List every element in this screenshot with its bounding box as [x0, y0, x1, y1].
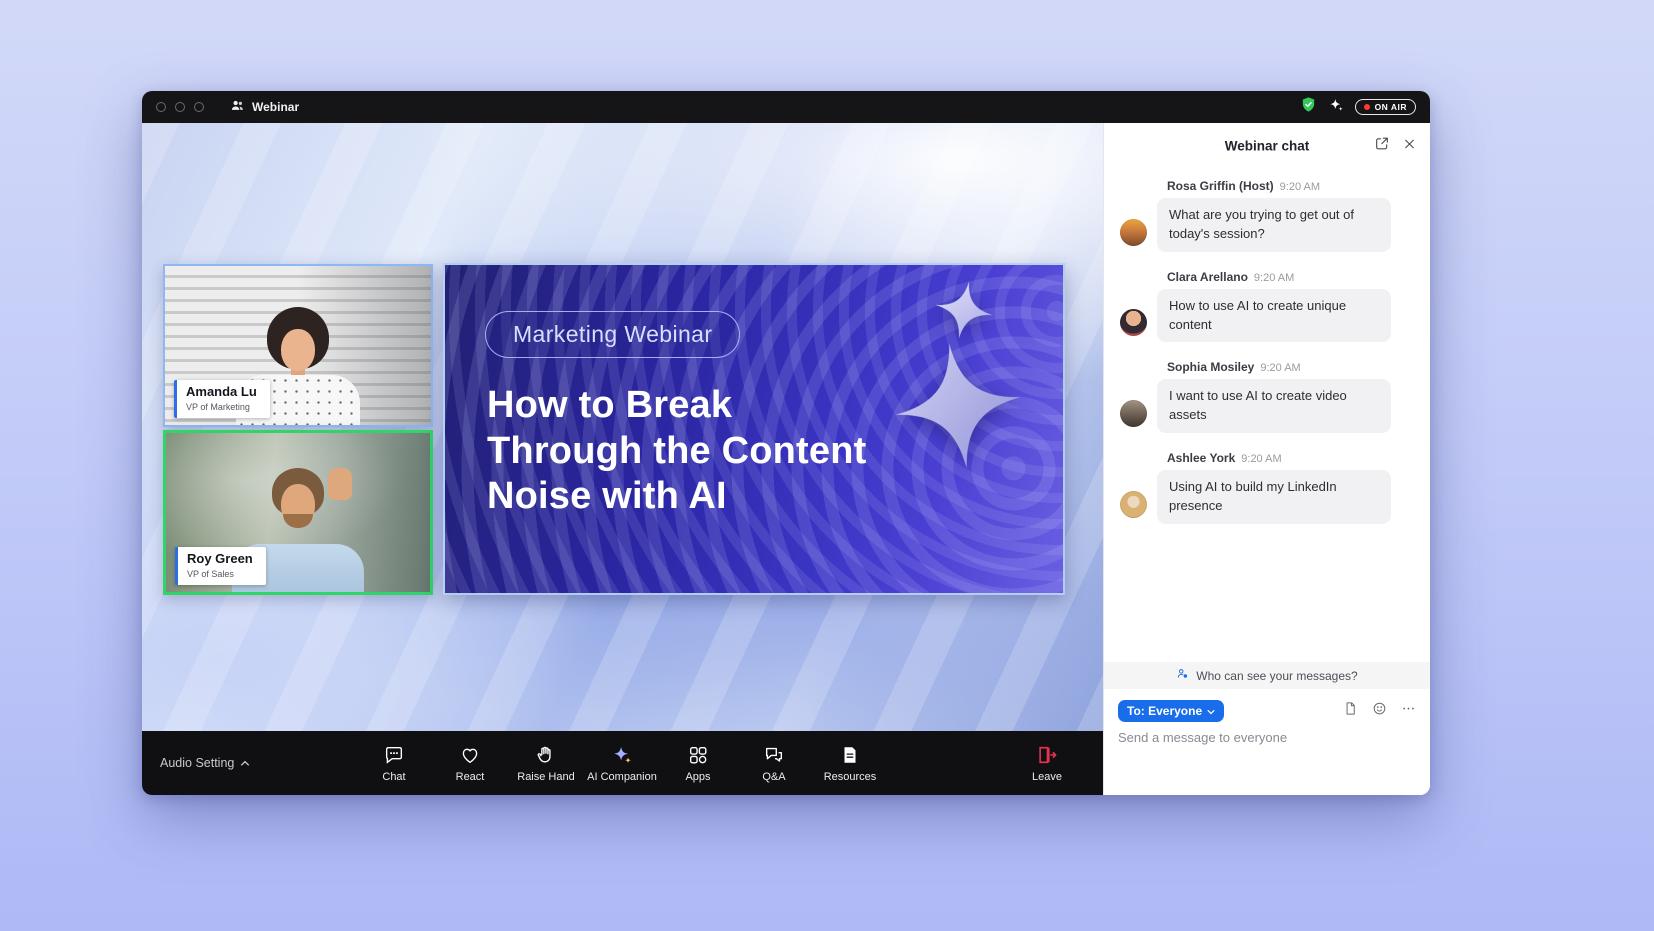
window-controls: [156, 102, 204, 112]
sparkle-shape-small: [930, 276, 997, 343]
chat-footer: Who can see your messages? To: Everyone: [1104, 662, 1430, 795]
close-icon[interactable]: [1402, 136, 1417, 156]
chat-header: Webinar chat: [1104, 123, 1430, 169]
message-author: Clara Arellano: [1167, 270, 1248, 284]
participants-icon: [230, 98, 245, 116]
react-button[interactable]: React: [432, 731, 508, 795]
chat-message-list: Rosa Griffin (Host) 9:20 AM What are you …: [1104, 169, 1430, 662]
message-time: 9:20 AM: [1260, 362, 1300, 374]
raised-hand-icon: [535, 744, 557, 766]
message-author: Rosa Griffin (Host): [1167, 179, 1274, 193]
message-time: 9:20 AM: [1254, 272, 1294, 284]
chat-message: Sophia Mosiley 9:20 AM I want to use AI t…: [1120, 360, 1414, 433]
participant-name: Roy Green: [187, 552, 253, 567]
message-author: Sophia Mosiley: [1167, 360, 1254, 374]
app-title: Webinar: [252, 100, 299, 114]
chat-panel: Webinar chat Rosa Griffin (Host) 9:20 AM …: [1103, 123, 1430, 795]
qa-button[interactable]: Q&A: [736, 731, 812, 795]
main-area: Amanda Lu VP of Marketing Roy Green VP o…: [142, 123, 1430, 795]
apps-button[interactable]: Apps: [660, 731, 736, 795]
apps-grid-icon: [687, 744, 709, 766]
sparkle-shape-large: [887, 335, 1029, 477]
chat-bubble-icon: [383, 744, 405, 766]
message-bubble: I want to use AI to create video assets: [1157, 379, 1391, 433]
chat-message: Rosa Griffin (Host) 9:20 AM What are you …: [1120, 179, 1414, 252]
resources-button[interactable]: Resources: [812, 731, 888, 795]
leave-door-icon: [1036, 744, 1058, 766]
message-input[interactable]: [1118, 730, 1398, 745]
shared-screen-slide: Marketing Webinar How to Break Through t…: [443, 263, 1065, 595]
ai-sparkle-icon: [611, 744, 633, 766]
meeting-toolbar: Audio Setting Chat: [142, 731, 1103, 795]
emoji-icon[interactable]: [1372, 701, 1387, 721]
webinar-window: Webinar ON AIR: [142, 91, 1430, 795]
leave-button[interactable]: Leave: [1009, 731, 1085, 795]
raise-hand-button[interactable]: Raise Hand: [508, 731, 584, 795]
composer-toolbar: To: Everyone: [1104, 689, 1430, 726]
app-badge: Webinar: [230, 98, 299, 116]
video-tile-roy[interactable]: Roy Green VP of Sales: [163, 430, 433, 595]
message-bubble: Using AI to build my LinkedIn presence: [1157, 470, 1391, 524]
message-author: Ashlee York: [1167, 451, 1235, 465]
toolbar-buttons: Chat React Raise Hand: [356, 731, 888, 795]
message-bubble: How to use AI to create unique content: [1157, 289, 1391, 343]
chat-button[interactable]: Chat: [356, 731, 432, 795]
recipient-label: To: Everyone: [1127, 704, 1202, 718]
waving-hand: [328, 468, 352, 500]
video-tile-amanda[interactable]: Amanda Lu VP of Marketing: [163, 264, 433, 427]
window-zoom-button[interactable]: [194, 102, 204, 112]
privacy-note: Who can see your messages?: [1196, 669, 1357, 683]
ai-companion-button[interactable]: AI Companion: [584, 731, 660, 795]
avatar: [1120, 219, 1147, 246]
heart-icon: [459, 744, 481, 766]
nametag-amanda: Amanda Lu VP of Marketing: [174, 380, 270, 418]
more-ellipsis-icon[interactable]: [1401, 701, 1416, 721]
avatar: [1120, 400, 1147, 427]
message-bubble: What are you trying to get out of today'…: [1157, 198, 1391, 252]
popout-icon[interactable]: [1374, 136, 1390, 157]
titlebar-right: ON AIR: [1300, 96, 1416, 118]
sparkle-icon[interactable]: [1328, 97, 1344, 118]
video-stage: Amanda Lu VP of Marketing Roy Green VP o…: [142, 123, 1103, 731]
stage-column: Amanda Lu VP of Marketing Roy Green VP o…: [142, 123, 1103, 795]
file-icon[interactable]: [1343, 701, 1358, 721]
audio-setting-button[interactable]: Audio Setting: [160, 756, 250, 770]
on-air-dot: [1364, 104, 1370, 110]
recipient-selector[interactable]: To: Everyone: [1118, 700, 1224, 722]
avatar: [1120, 491, 1147, 518]
qa-bubbles-icon: [763, 744, 785, 766]
window-close-button[interactable]: [156, 102, 166, 112]
nametag-roy: Roy Green VP of Sales: [175, 547, 266, 585]
chevron-down-icon: [1207, 704, 1215, 718]
audio-setting-label: Audio Setting: [160, 756, 234, 770]
shield-check-icon[interactable]: [1300, 96, 1317, 118]
participant-role: VP of Marketing: [186, 402, 257, 412]
message-time: 9:20 AM: [1241, 453, 1281, 465]
on-air-badge: ON AIR: [1355, 99, 1416, 115]
chevron-up-icon: [240, 756, 250, 770]
participant-role: VP of Sales: [187, 569, 253, 579]
slide-title: How to Break Through the Content Noise w…: [487, 383, 867, 520]
window-minimize-button[interactable]: [175, 102, 185, 112]
privacy-person-icon: [1176, 667, 1190, 684]
chat-message: Clara Arellano 9:20 AM How to use AI to c…: [1120, 270, 1414, 343]
resources-doc-icon: [839, 744, 861, 766]
slide-badge: Marketing Webinar: [485, 311, 740, 358]
chat-title: Webinar chat: [1225, 139, 1310, 154]
on-air-label: ON AIR: [1375, 102, 1407, 112]
chat-message: Ashlee York 9:20 AM Using AI to build my …: [1120, 451, 1414, 524]
participant-name: Amanda Lu: [186, 385, 257, 400]
message-time: 9:20 AM: [1280, 181, 1320, 193]
avatar: [1120, 309, 1147, 336]
privacy-link[interactable]: Who can see your messages?: [1104, 662, 1430, 689]
titlebar: Webinar ON AIR: [142, 91, 1430, 123]
